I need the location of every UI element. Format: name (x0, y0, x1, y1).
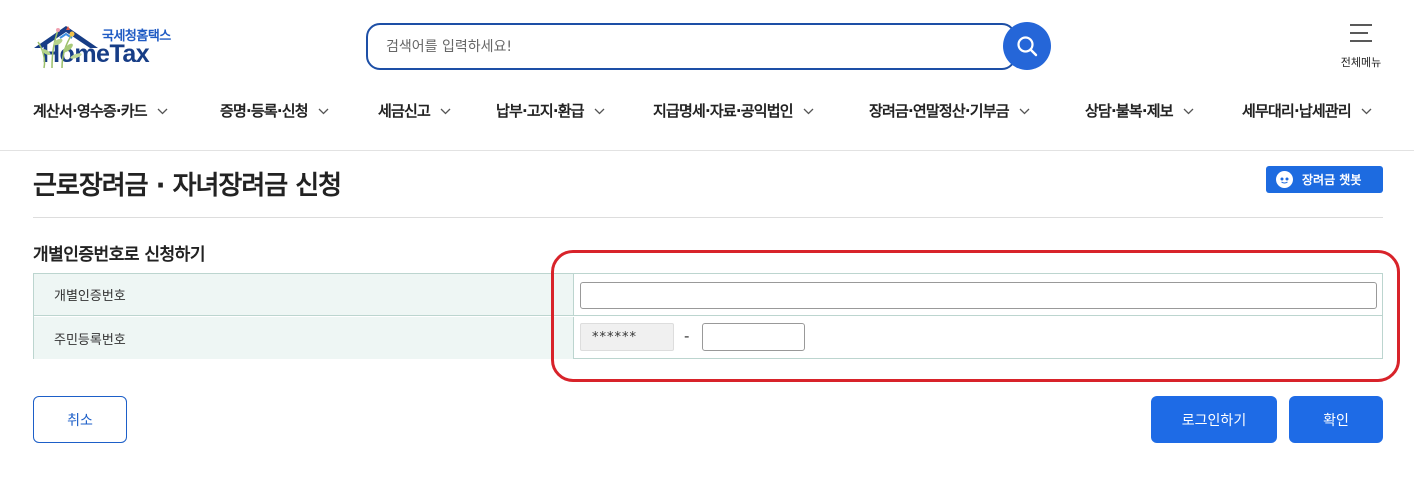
chatbot-label: 장려금 챗봇 (1302, 173, 1362, 187)
rrn-back-input[interactable] (702, 323, 805, 351)
gnb-label: 상담·불복·제보 (1085, 102, 1174, 120)
cancel-button[interactable]: 취소 (33, 396, 127, 443)
title-divider (33, 217, 1383, 218)
gnb-item-tax-agent[interactable]: 세무대리·납세관리 (1242, 100, 1372, 121)
global-nav: 계산서·영수증·카드 증명·등록·신청 세금신고 납부·고지·환급 지급명세·자… (0, 92, 1414, 132)
search-button[interactable] (1003, 22, 1051, 70)
chatbot-icon (1276, 171, 1293, 188)
cert-number-label: 개별인증번호 (34, 274, 574, 315)
gnb-item-certificate[interactable]: 증명·등록·신청 (220, 100, 329, 121)
chevron-down-icon (1019, 108, 1030, 115)
chevron-down-icon (157, 108, 168, 115)
chevron-down-icon (318, 108, 329, 115)
gnb-item-tax-filing[interactable]: 세금신고 (378, 100, 451, 121)
chevron-down-icon (803, 108, 814, 115)
hamburger-icon (1350, 24, 1372, 42)
chevron-down-icon (1361, 108, 1372, 115)
gnb-label: 지급명세·자료·공익법인 (653, 102, 794, 120)
gnb-item-incentives[interactable]: 장려금·연말정산·기부금 (869, 100, 1030, 121)
hometax-logo[interactable]: 국세청홈택스 HomeTax (32, 22, 242, 72)
confirm-button[interactable]: 확인 (1289, 396, 1383, 443)
gnb-item-invoice[interactable]: 계산서·영수증·카드 (33, 100, 168, 121)
header-divider (0, 150, 1414, 151)
gnb-item-payment[interactable]: 납부·고지·환급 (496, 100, 605, 121)
chatbot-button[interactable]: 장려금 챗봇 (1266, 166, 1383, 193)
chevron-down-icon (440, 108, 451, 115)
search-box (366, 23, 1016, 70)
auth-form-table: 개별인증번호 주민등록번호 ****** - (33, 273, 1383, 359)
rrn-label: 주민등록번호 (34, 317, 574, 359)
gnb-label: 세금신고 (378, 102, 431, 120)
gnb-label: 납부·고지·환급 (496, 102, 585, 120)
gnb-label: 세무대리·납세관리 (1242, 102, 1352, 120)
section-title: 개별인증번호로 신청하기 (33, 245, 205, 265)
all-menu-label: 전체메뉴 (1340, 56, 1382, 69)
search-input[interactable] (386, 37, 966, 57)
page-title: 근로장려금 · 자녀장려금 신청 (33, 171, 342, 201)
gnb-item-statements[interactable]: 지급명세·자료·공익법인 (653, 100, 814, 121)
chevron-down-icon (1183, 108, 1194, 115)
login-button[interactable]: 로그인하기 (1151, 396, 1277, 443)
gnb-item-consulting[interactable]: 상담·불복·제보 (1085, 100, 1194, 121)
table-row: 개별인증번호 (34, 274, 1382, 316)
gnb-label: 장려금·연말정산·기부금 (869, 102, 1010, 120)
search-icon (1017, 36, 1038, 57)
rrn-front-field: ****** (580, 323, 674, 351)
gnb-label: 계산서·영수증·카드 (33, 102, 148, 120)
plant-decoration-icon (37, 26, 82, 69)
chevron-down-icon (594, 108, 605, 115)
cert-number-input[interactable] (580, 282, 1377, 309)
table-row: 주민등록번호 ****** - (34, 317, 1382, 359)
all-menu-button[interactable]: 전체메뉴 (1336, 22, 1386, 70)
gnb-label: 증명·등록·신청 (220, 102, 309, 120)
rrn-separator: - (684, 327, 690, 345)
